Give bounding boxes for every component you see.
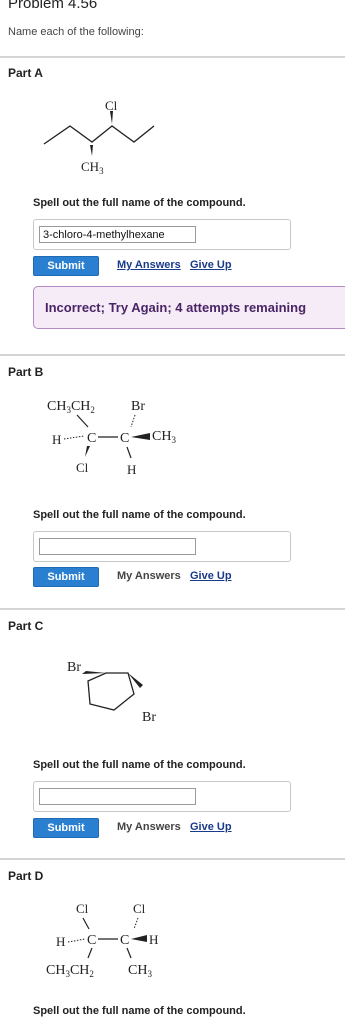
part-d-c1: C [87, 933, 96, 948]
part-b-h-left: H [52, 432, 61, 447]
part-d-h-left: H [56, 934, 65, 949]
divider [0, 608, 345, 610]
part-b-br-label: Br [131, 399, 145, 414]
part-d-ethyl-sub2: 2 [89, 969, 94, 979]
part-b-ethyl-ch: CH [47, 399, 66, 414]
svg-text:CH3CH2: CH3CH2 [46, 963, 94, 979]
part-b-answer-container [33, 531, 291, 562]
part-c-label: Part C [8, 619, 44, 633]
part-d-ethyl-ch: CH [46, 963, 65, 978]
part-b-ch-label: CH [152, 429, 171, 444]
part-b-h-bottom: H [127, 462, 136, 477]
part-b-c2: C [120, 431, 129, 446]
part-d-ch-label: CH [128, 963, 147, 978]
divider [0, 858, 345, 860]
part-b-answer-input[interactable] [39, 538, 196, 555]
part-b-give-up-link[interactable]: Give Up [190, 570, 232, 582]
part-c-prompt: Spell out the full name of the compound. [33, 759, 246, 771]
part-a-feedback-text: Incorrect; Try Again; 4 attempts remaini… [45, 300, 307, 315]
part-d-cl2-label: Cl [133, 901, 146, 916]
part-d-prompt: Spell out the full name of the compound. [33, 1005, 246, 1017]
part-d-cl1-label: Cl [76, 901, 89, 916]
part-a-ch-label: CH [81, 159, 99, 174]
part-a-my-answers-link[interactable]: My Answers [117, 259, 181, 271]
part-d-structure: Cl Cl H C C H CH3CH2 CH3 [46, 901, 158, 979]
part-b-ethyl-sub2: 2 [90, 405, 95, 415]
svg-text:CH3: CH3 [128, 963, 152, 979]
part-b-submit-button[interactable]: Submit [33, 567, 99, 587]
part-a-submit-button[interactable]: Submit [33, 256, 99, 276]
part-c-br2-label: Br [142, 710, 156, 725]
divider [0, 56, 345, 58]
part-c-answer-input[interactable] [39, 788, 196, 805]
part-c-submit-button[interactable]: Submit [33, 818, 99, 838]
problem-instructions: Name each of the following: [8, 26, 144, 38]
part-a-feedback-box: Incorrect; Try Again; 4 attempts remaini… [33, 286, 345, 329]
part-c-structure: Br Br [67, 660, 156, 725]
svg-text:CH3: CH3 [152, 429, 176, 445]
part-b-cl-label: Cl [76, 460, 89, 475]
part-a-structure: Cl CH3 [43, 98, 155, 176]
part-a-prompt: Spell out the full name of the compound. [33, 197, 246, 209]
svg-text:CH3: CH3 [81, 159, 104, 176]
part-d-label: Part D [8, 869, 44, 883]
part-c-answer-container [33, 781, 291, 812]
part-c-my-answers-link[interactable]: My Answers [117, 821, 181, 833]
divider [0, 354, 345, 356]
problem-title: Problem 4.56 [8, 0, 98, 12]
part-c-br1-label: Br [67, 660, 81, 675]
part-d-c2: C [120, 933, 129, 948]
part-b-prompt: Spell out the full name of the compound. [33, 509, 246, 521]
part-a-answer-container [33, 219, 291, 250]
part-b-sub3: 3 [171, 435, 176, 445]
part-b-structure: CH3CH2 Br H C C CH3 Cl H [47, 399, 176, 477]
part-a-sub3: 3 [99, 166, 104, 176]
part-d-ethyl-ch2: CH [70, 963, 89, 978]
part-d-sub3: 3 [147, 969, 152, 979]
part-d-h-right: H [149, 932, 158, 947]
part-b-ethyl-ch2: CH [71, 399, 90, 414]
part-a-cl-label: Cl [105, 98, 118, 113]
svg-text:CH3CH2: CH3CH2 [47, 399, 95, 415]
part-c-give-up-link[interactable]: Give Up [190, 821, 232, 833]
part-b-c1: C [87, 431, 96, 446]
part-b-my-answers-link[interactable]: My Answers [117, 570, 181, 582]
part-b-label: Part B [8, 365, 44, 379]
part-a-label: Part A [8, 66, 43, 80]
part-a-give-up-link[interactable]: Give Up [190, 259, 232, 271]
part-a-answer-input[interactable] [39, 226, 196, 243]
